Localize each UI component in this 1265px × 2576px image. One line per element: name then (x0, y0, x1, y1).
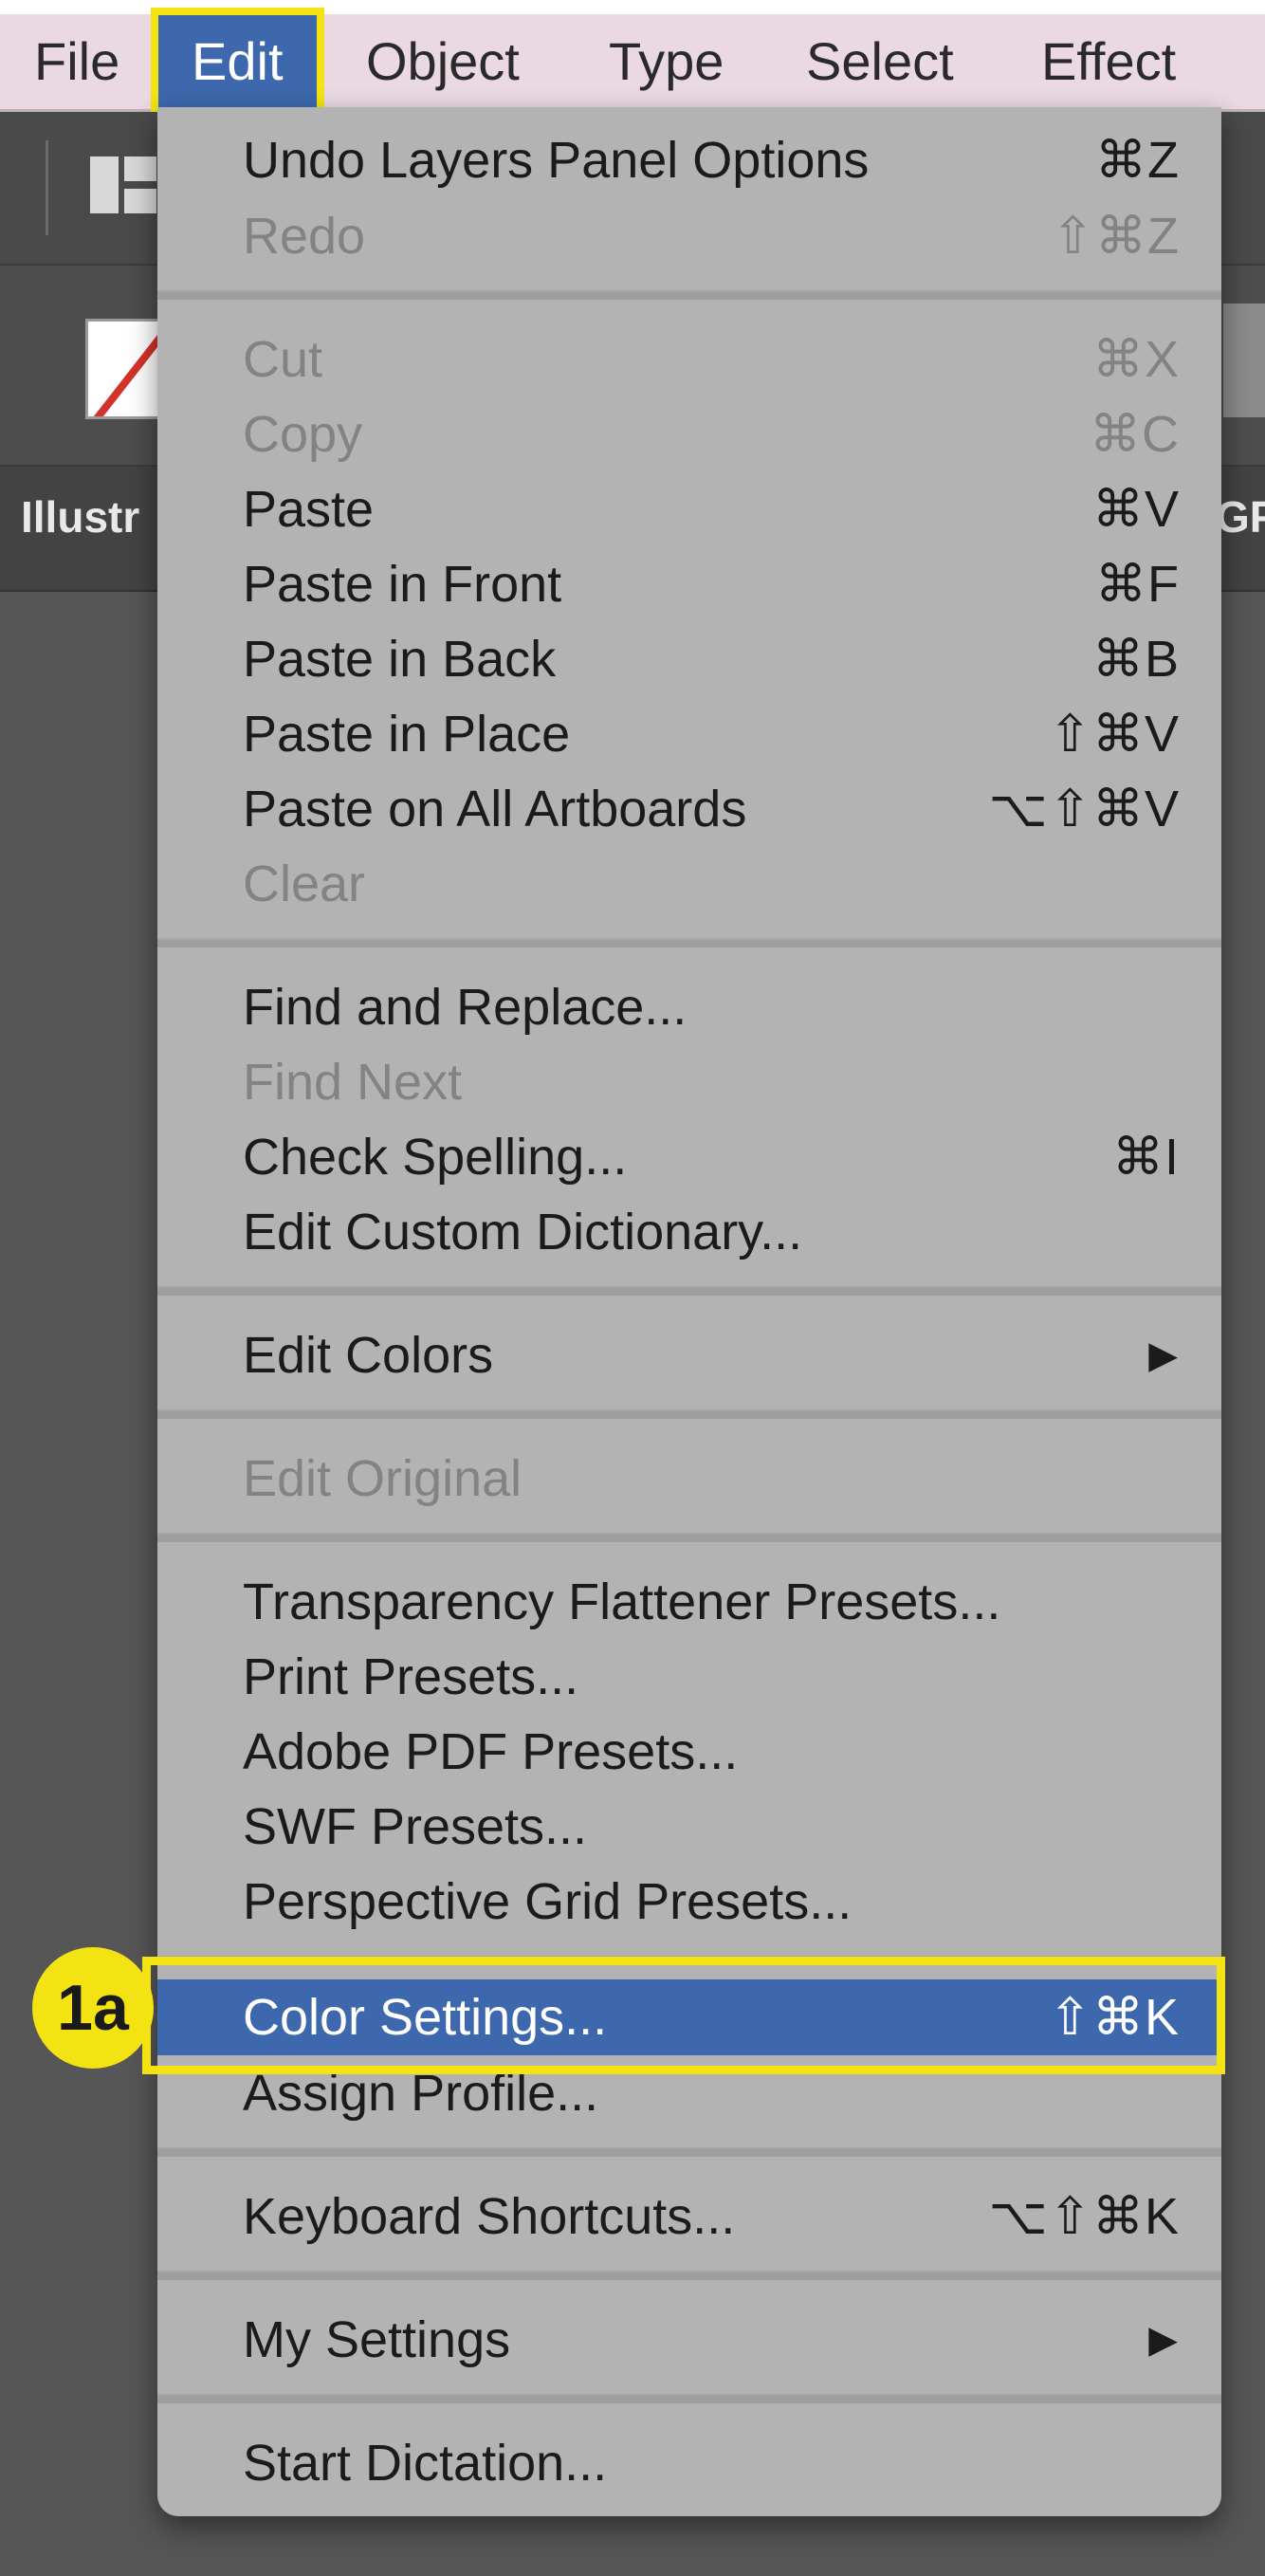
workspace-switcher-icon[interactable] (90, 156, 156, 213)
menu-separator (157, 938, 1221, 948)
menu-item-label: Edit Custom Dictionary... (243, 1204, 803, 1260)
menu-item-shortcut: ⌘B (1091, 631, 1180, 688)
menu-object[interactable]: Object (366, 14, 520, 109)
menu-item-paste-on-all-artboards[interactable]: Paste on All Artboards ⌥⇧⌘V (157, 771, 1221, 847)
menu-item-label: Transparency Flattener Presets... (243, 1573, 1001, 1630)
menu-item-perspective-grid-presets[interactable]: Perspective Grid Presets... (157, 1864, 1221, 1940)
menu-item-start-dictation[interactable]: Start Dictation... (157, 2425, 1221, 2501)
control-bar-field[interactable] (1223, 304, 1265, 417)
menu-item-transparency-flattener-presets[interactable]: Transparency Flattener Presets... (157, 1564, 1221, 1640)
menu-item-print-presets[interactable]: Print Presets... (157, 1639, 1221, 1715)
menu-item-adobe-pdf-presets[interactable]: Adobe PDF Presets... (157, 1714, 1221, 1790)
document-tab-color-mode: GP (1216, 492, 1265, 542)
menu-item-shortcut: ⌘C (1090, 406, 1180, 463)
menu-edit[interactable]: Edit (151, 8, 324, 116)
menu-item-clear: Clear (157, 846, 1221, 922)
menu-item-label: Keyboard Shortcuts... (243, 2188, 736, 2245)
menu-separator (157, 2271, 1221, 2280)
menu-item-shortcut: ⇧⌘Z (1051, 208, 1180, 265)
submenu-arrow-icon: ▶ (1148, 2319, 1178, 2361)
menu-item-undo[interactable]: Undo Layers Panel Options ⌘Z (157, 122, 1221, 198)
menu-separator (157, 1533, 1221, 1542)
menu-item-label: Find and Replace... (243, 979, 688, 1036)
menu-item-copy: Copy ⌘C (157, 396, 1221, 472)
menu-separator (157, 1286, 1221, 1296)
menu-item-shortcut: ⌘V (1091, 481, 1180, 538)
menu-item-shortcut: ⌘X (1091, 331, 1180, 388)
menu-item-label: Perspective Grid Presets... (243, 1873, 852, 1930)
menu-item-edit-original: Edit Original (157, 1441, 1221, 1517)
menu-item-cut: Cut ⌘X (157, 322, 1221, 397)
document-tab-title[interactable]: Illustr (21, 491, 139, 543)
menu-item-label: Print Presets... (243, 1648, 579, 1705)
menu-item-shortcut: ⌘Z (1095, 132, 1180, 189)
menu-item-find-and-replace[interactable]: Find and Replace... (157, 969, 1221, 1045)
menu-separator (157, 2147, 1221, 2157)
menu-item-label: Paste in Back (243, 631, 557, 688)
menu-separator (157, 290, 1221, 300)
menu-item-shortcut: ⇧⌘V (1048, 706, 1180, 763)
menu-item-redo: Redo ⇧⌘Z (157, 198, 1221, 274)
step-highlight-box (142, 1957, 1225, 2074)
menu-item-paste-in-back[interactable]: Paste in Back ⌘B (157, 621, 1221, 697)
menu-file[interactable]: File (34, 14, 119, 109)
menu-item-keyboard-shortcuts[interactable]: Keyboard Shortcuts... ⌥⇧⌘K (157, 2179, 1221, 2254)
menu-item-label: Find Next (243, 1054, 463, 1111)
menu-type[interactable]: Type (609, 14, 724, 109)
menu-item-edit-colors[interactable]: Edit Colors ▶ (157, 1317, 1221, 1393)
menu-item-label: Paste (243, 481, 375, 538)
menu-item-shortcut: ⌥⇧⌘K (988, 2188, 1180, 2245)
menu-separator (157, 1409, 1221, 1419)
menu-item-check-spelling[interactable]: Check Spelling... ⌘I (157, 1119, 1221, 1195)
menu-item-label: Copy (243, 406, 363, 463)
menu-item-paste-in-place[interactable]: Paste in Place ⇧⌘V (157, 696, 1221, 772)
menu-item-label: Paste in Place (243, 706, 571, 763)
toolbar-divider (46, 140, 48, 235)
menu-item-label: Edit Original (243, 1450, 522, 1507)
menu-item-find-next: Find Next (157, 1044, 1221, 1120)
menu-item-label: Start Dictation... (243, 2435, 608, 2492)
menu-separator (157, 2394, 1221, 2403)
menu-item-label: Cut (243, 331, 323, 388)
menu-item-label: Undo Layers Panel Options (243, 132, 870, 189)
menu-item-my-settings[interactable]: My Settings ▶ (157, 2302, 1221, 2378)
menu-bar: File Edit Object Type Select Effect (0, 8, 1265, 116)
edit-menu-dropdown: Undo Layers Panel Options ⌘Z Redo ⇧⌘Z Cu… (157, 107, 1221, 2516)
menu-effect[interactable]: Effect (1041, 14, 1176, 109)
menu-item-paste[interactable]: Paste ⌘V (157, 471, 1221, 547)
menu-item-label: Clear (243, 856, 366, 912)
menu-item-edit-custom-dictionary[interactable]: Edit Custom Dictionary... (157, 1194, 1221, 1270)
menu-item-shortcut: ⌘F (1095, 556, 1180, 613)
menu-item-shortcut: ⌥⇧⌘V (988, 781, 1180, 837)
menu-item-swf-presets[interactable]: SWF Presets... (157, 1789, 1221, 1865)
menu-item-label: Adobe PDF Presets... (243, 1723, 739, 1780)
menu-item-label: Redo (243, 208, 366, 265)
menu-item-paste-in-front[interactable]: Paste in Front ⌘F (157, 546, 1221, 622)
menu-item-label: Paste in Front (243, 556, 562, 613)
menu-item-shortcut: ⌘I (1111, 1129, 1180, 1186)
menu-select[interactable]: Select (806, 14, 954, 109)
step-badge: 1a (32, 1947, 154, 2069)
submenu-arrow-icon: ▶ (1148, 1334, 1178, 1376)
menu-item-label: Check Spelling... (243, 1129, 628, 1186)
menu-item-label: Paste on All Artboards (243, 781, 747, 837)
menu-item-label: My Settings (243, 2311, 511, 2368)
menu-item-label: Edit Colors (243, 1327, 494, 1384)
menu-item-label: SWF Presets... (243, 1798, 588, 1855)
